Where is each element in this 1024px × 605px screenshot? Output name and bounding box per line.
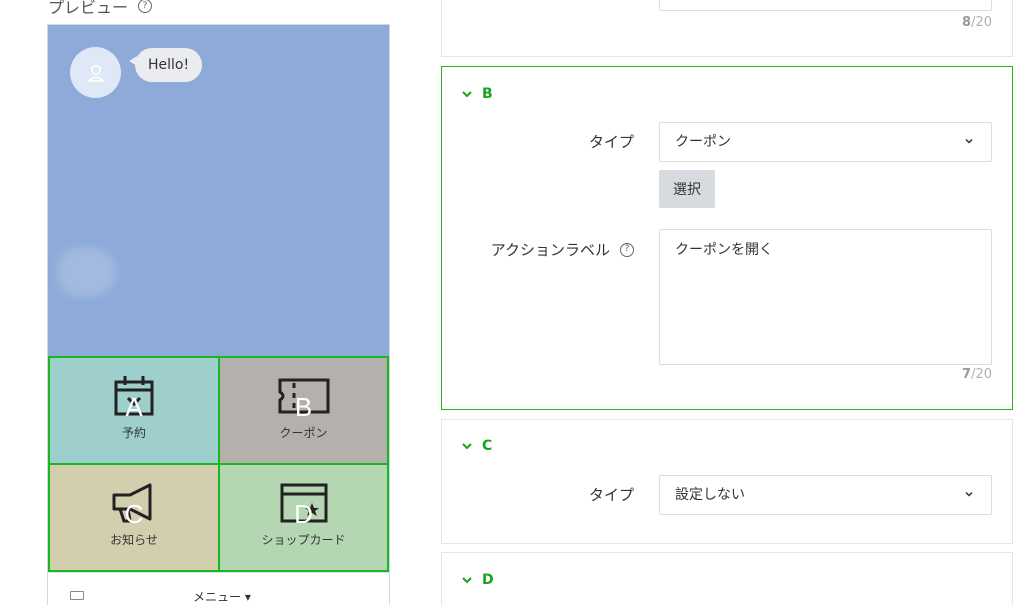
rich-menu-cell-c[interactable]: C お知らせ	[48, 463, 220, 572]
cell-letter-b: B	[294, 392, 313, 422]
preview-title: プレビュー ?	[48, 0, 153, 18]
type-select-c[interactable]: 設定しない	[659, 475, 992, 515]
rich-menu-cell-b[interactable]: B クーポン	[218, 356, 389, 465]
action-label-b: アクションラベル ?	[464, 239, 634, 260]
chevron-down-icon	[462, 443, 472, 450]
rich-menu: A 予約 B クーポン C お知らせ D ショップカード	[48, 356, 389, 572]
preview-title-text: プレビュー	[48, 0, 129, 17]
avatar	[70, 47, 121, 98]
section-b-header[interactable]: B	[462, 86, 493, 102]
user-icon	[87, 64, 104, 82]
section-c-title: C	[482, 438, 493, 454]
chevron-down-icon	[965, 138, 973, 144]
cell-label-c: お知らせ	[110, 533, 158, 547]
question-circle-icon[interactable]: ?	[620, 242, 634, 257]
chevron-down-icon	[462, 577, 472, 584]
panel-b: B タイプ クーポン 選択 アクションラベル ? クーポンを開く 7/20	[441, 66, 1013, 410]
rich-menu-bar[interactable]: メニュー ▾	[48, 572, 389, 605]
keyboard-icon[interactable]	[70, 591, 84, 600]
question-circle-icon[interactable]: ?	[138, 0, 153, 13]
cell-letter-a: A	[125, 392, 143, 422]
phone-preview: Hello! A 予約 B クーポン C お知らせ D ショップカード メニュー…	[47, 24, 390, 605]
section-d-header[interactable]: D	[462, 572, 494, 588]
rich-menu-cell-d[interactable]: D ショップカード	[218, 463, 389, 572]
section-b-title: B	[482, 86, 493, 102]
panel-c: C タイプ 設定しない	[441, 419, 1013, 544]
cell-letter-d: D	[294, 499, 313, 529]
cell-label-b: クーポン	[279, 426, 328, 440]
panel-b-char-counter: 7/20	[962, 367, 992, 382]
type-select-b[interactable]: クーポン	[659, 122, 992, 162]
menu-bar-label[interactable]: メニュー ▾	[193, 588, 251, 605]
panel-a: 8/20	[441, 0, 1013, 57]
rich-menu-cell-a[interactable]: A 予約	[48, 356, 220, 465]
panel-a-char-counter: 8/20	[962, 15, 992, 30]
panel-d: D	[441, 552, 1013, 605]
panel-a-input[interactable]	[659, 0, 992, 11]
section-c-header[interactable]: C	[462, 438, 492, 454]
section-d-title: D	[482, 572, 494, 588]
cell-label-d: ショップカード	[261, 533, 346, 547]
cell-label-a: 予約	[121, 426, 146, 440]
type-label-b: タイプ	[588, 133, 634, 151]
type-label-c: タイプ	[588, 486, 634, 504]
cell-letter-c: C	[124, 499, 144, 529]
select-button[interactable]: 選択	[659, 170, 715, 208]
action-label-textarea[interactable]: クーポンを開く	[659, 229, 992, 365]
chat-area: Hello!	[48, 25, 389, 357]
chevron-down-icon	[462, 91, 472, 98]
background-cloud	[56, 247, 116, 297]
chat-bubble: Hello!	[128, 48, 203, 82]
chevron-down-icon	[965, 491, 973, 497]
